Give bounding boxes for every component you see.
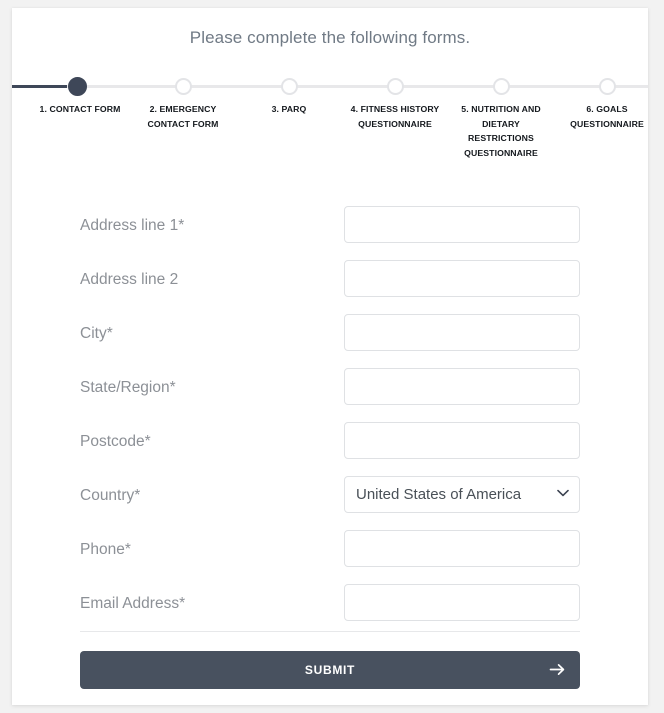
form-divider bbox=[80, 631, 580, 632]
label-postcode: Postcode* bbox=[80, 433, 151, 450]
label-email-address: Email Address* bbox=[80, 595, 186, 612]
stepper-step-label: 1. CONTACT FORM bbox=[39, 104, 121, 114]
label-country: Country* bbox=[80, 487, 141, 504]
field-row-phone: Phone* bbox=[12, 527, 648, 581]
step-dot-icon bbox=[280, 78, 298, 95]
stepper-track bbox=[12, 85, 648, 88]
field-row-postcode: Postcode* bbox=[12, 419, 648, 473]
address-line-2-input[interactable] bbox=[344, 260, 580, 297]
label-address-line-1: Address line 1* bbox=[80, 217, 185, 234]
stepper-step-label: 6. GOALS QUESTIONNAIRE bbox=[570, 104, 644, 129]
field-row-address-line-1: Address line 1* bbox=[12, 203, 648, 257]
contact-form: Address line 1* Address line 2 City* Sta… bbox=[12, 203, 648, 635]
step-dot-icon bbox=[492, 78, 510, 95]
label-city: City* bbox=[80, 325, 113, 342]
state-region-input[interactable] bbox=[344, 368, 580, 405]
step-dot-icon bbox=[386, 78, 404, 95]
label-phone: Phone* bbox=[80, 541, 131, 558]
submit-button[interactable]: SUBMIT bbox=[80, 651, 580, 689]
address-line-1-input[interactable] bbox=[344, 206, 580, 243]
stepper-step-label: 2. EMERGENCY CONTACT FORM bbox=[147, 104, 219, 129]
arrow-right-icon bbox=[549, 662, 566, 677]
country-select[interactable]: United States of America bbox=[344, 476, 580, 513]
stepper-step-label: 5. NUTRITION AND DIETARY RESTRICTIONS QU… bbox=[461, 104, 541, 158]
field-row-state-region: State/Region* bbox=[12, 365, 648, 419]
field-row-city: City* bbox=[12, 311, 648, 365]
submit-button-label: SUBMIT bbox=[304, 663, 356, 677]
form-card: Please complete the following forms. 1. … bbox=[12, 8, 648, 705]
stepper-step-label: 3. PARQ bbox=[271, 104, 307, 114]
page-title: Please complete the following forms. bbox=[189, 28, 471, 47]
postcode-input[interactable] bbox=[344, 422, 580, 459]
label-state-region: State/Region* bbox=[80, 379, 176, 396]
phone-input[interactable] bbox=[344, 530, 580, 567]
step-dot-icon bbox=[67, 77, 87, 96]
field-row-address-line-2: Address line 2 bbox=[12, 257, 648, 311]
stepper-step-label: 4. FITNESS HISTORY QUESTIONNAIRE bbox=[350, 104, 440, 129]
email-address-input[interactable] bbox=[344, 584, 580, 621]
step-dot-icon bbox=[598, 78, 616, 95]
field-row-email-address: Email Address* bbox=[12, 581, 648, 635]
field-row-country: Country* United States of America bbox=[12, 473, 648, 527]
progress-stepper: 1. CONTACT FORM 2. EMERGENCY CONTACT FOR… bbox=[12, 70, 648, 180]
label-address-line-2: Address line 2 bbox=[80, 271, 179, 288]
step-dot-icon bbox=[174, 78, 192, 95]
city-input[interactable] bbox=[344, 314, 580, 351]
country-select-wrapper: United States of America bbox=[344, 476, 580, 513]
stepper-track-completed bbox=[12, 85, 67, 88]
